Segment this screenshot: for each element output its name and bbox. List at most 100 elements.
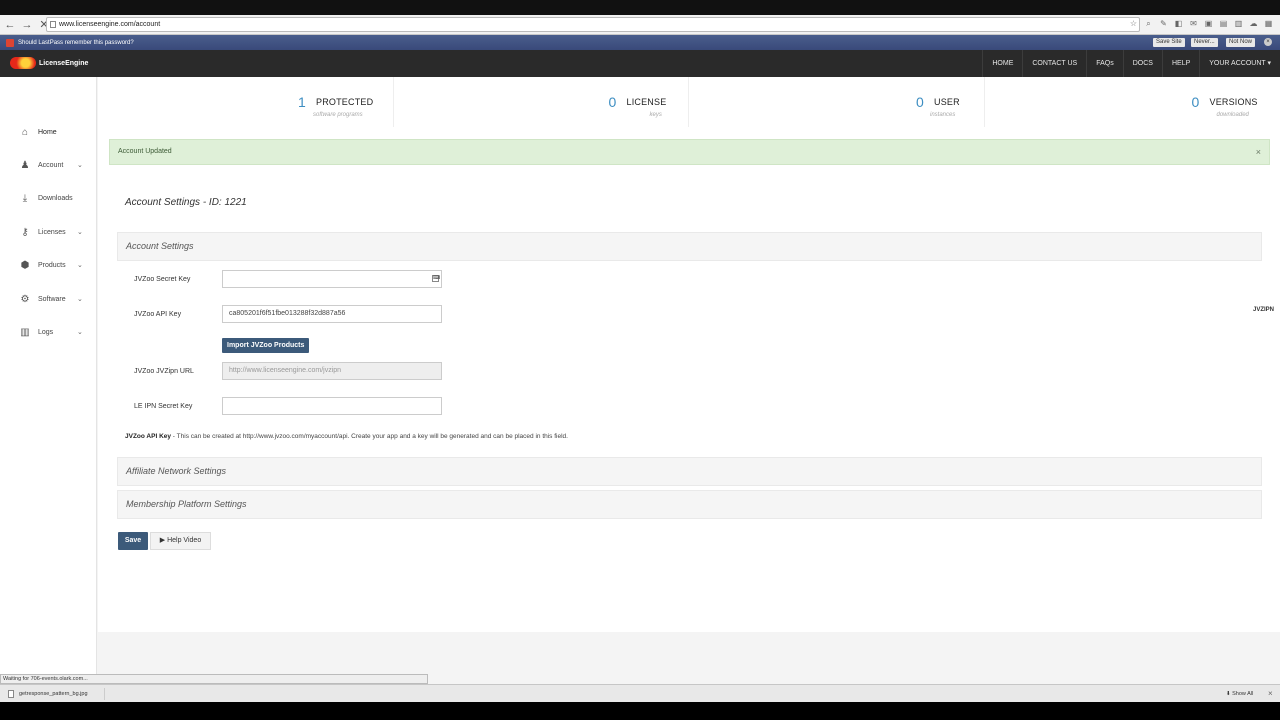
sidebar-item-label: Account <box>38 161 64 169</box>
download-icon: ⤓ <box>22 192 28 204</box>
never-button[interactable]: Never... <box>1191 38 1218 47</box>
jvzoo-api-input[interactable]: ca805201f6f51fbe013288f32d887a56 <box>222 305 442 323</box>
file-icon <box>8 690 14 698</box>
download-item[interactable]: getresponse_pattern_bg.jpg <box>5 688 105 700</box>
extension-icon[interactable]: ☁ <box>1248 18 1259 29</box>
stat-protected: 1 PROTECTED software programs <box>98 77 394 127</box>
panel-header-membership[interactable]: Membership Platform Settings <box>117 490 1262 519</box>
sidebar: ⌂ Home ♟ Account ⌄ ⤓ Downloads ⚷ License… <box>0 77 97 684</box>
user-icon: ♟ <box>20 159 30 171</box>
sidebar-item-label: Logs <box>38 328 54 336</box>
logo[interactable]: LicenseEngine <box>10 57 88 69</box>
chevron-down-icon: ⌄ <box>77 296 83 303</box>
stat-license: 0 LICENSE keys <box>394 77 689 127</box>
sidebar-item-label: Home <box>38 128 57 136</box>
close-icon[interactable]: × <box>1256 140 1261 164</box>
jvzipn-url-label: JVZoo JVZipn URL <box>134 368 194 375</box>
save-site-button[interactable]: Save Site <box>1153 38 1185 47</box>
jvzipn-tag: JVZIPN <box>1253 307 1275 313</box>
sidebar-item-logs[interactable]: ▥ Logs ⌄ <box>0 320 97 344</box>
sidebar-item-label: Downloads <box>38 194 73 202</box>
bookmark-star-icon[interactable]: ☆ <box>1128 18 1139 29</box>
key-icon: ⚷ <box>21 226 29 238</box>
stat-versions: 0 VERSIONS downloaded <box>985 77 1280 127</box>
nav-docs[interactable]: DOCS <box>1122 50 1162 77</box>
close-icon[interactable]: × <box>1264 38 1272 46</box>
mail-icon[interactable]: ✉ <box>1188 18 1199 29</box>
app-header: LicenseEngine HOME CONTACT US FAQs DOCS … <box>0 50 1280 77</box>
help-desc: - This can be created at http://www.jvzo… <box>171 433 568 440</box>
downloads-bar: getresponse_pattern_bg.jpg ⬇ Show All × <box>0 684 1280 702</box>
chevron-down-icon: ⌄ <box>77 262 83 269</box>
stat-sub: software programs <box>313 112 363 118</box>
extension-icon[interactable]: ▦ <box>1263 18 1274 29</box>
app-body: ⌂ Home ♟ Account ⌄ ⤓ Downloads ⚷ License… <box>0 77 1280 684</box>
nav-contact-us[interactable]: CONTACT US <box>1022 50 1086 77</box>
show-all-downloads-button[interactable]: ⬇ Show All <box>1226 688 1253 700</box>
account-settings-form: JVZoo Secret Key ⌨ JVZoo API Key ca80520… <box>117 261 1274 457</box>
back-arrow-icon[interactable]: ← <box>3 18 17 32</box>
home-icon: ⌂ <box>21 126 29 138</box>
panel-header-account-settings[interactable]: Account Settings <box>117 232 1262 261</box>
address-text: www.licenseengine.com/account <box>59 21 161 28</box>
nav-home[interactable]: HOME <box>982 50 1022 77</box>
page-icon <box>50 21 56 28</box>
extension-icon[interactable]: ◧ <box>1173 18 1184 29</box>
sidebar-item-downloads[interactable]: ⤓ Downloads <box>0 186 97 210</box>
main-content: 1 PROTECTED software programs 0 LICENSE … <box>98 77 1280 632</box>
jvzoo-secret-label: JVZoo Secret Key <box>134 276 191 283</box>
sidebar-item-label: Software <box>38 295 66 303</box>
stat-label: LICENSE <box>626 97 667 107</box>
stat-sub: keys <box>649 112 662 118</box>
success-alert: Account Updated × <box>109 139 1270 165</box>
nav-help[interactable]: HELP <box>1161 50 1199 77</box>
sidebar-item-label: Products <box>38 261 66 269</box>
sidebar-item-account[interactable]: ♟ Account ⌄ <box>0 153 97 177</box>
download-filename: getresponse_pattern_bg.jpg <box>19 691 88 697</box>
logo-icon <box>10 57 36 69</box>
stat-label: PROTECTED <box>316 97 374 107</box>
import-jvzoo-products-button[interactable]: Import JVZoo Products <box>222 338 310 353</box>
stat-value: 0 <box>916 94 924 110</box>
sidebar-item-home[interactable]: ⌂ Home <box>0 120 97 144</box>
close-icon[interactable]: × <box>1268 688 1273 700</box>
jvzoo-api-label: JVZoo API Key <box>134 311 182 318</box>
jvzipn-url-value: http://www.licenseengine.com/jvzipn <box>229 367 342 374</box>
stat-sub: instances <box>930 112 956 118</box>
sidebar-item-licenses[interactable]: ⚷ Licenses ⌄ <box>0 220 97 244</box>
address-bar[interactable]: www.licenseengine.com/account <box>46 17 1140 32</box>
not-now-button[interactable]: Not Now <box>1226 38 1256 47</box>
pen-icon[interactable]: ✎ <box>1158 18 1169 29</box>
sidebar-item-label: Licenses <box>38 228 66 236</box>
stat-user: 0 USER instances <box>689 77 985 127</box>
forward-arrow-icon[interactable]: → <box>20 18 34 32</box>
le-ipn-label: LE IPN Secret Key <box>134 403 193 410</box>
status-bubble: Waiting for 706-events.olark.com... <box>0 674 428 684</box>
page-title: Account Settings - ID: 1221 <box>125 197 247 208</box>
os-top-bar <box>0 0 1280 15</box>
nav-faqs[interactable]: FAQs <box>1086 50 1123 77</box>
extension-icon[interactable]: ▣ <box>1203 18 1214 29</box>
stat-value: 0 <box>608 94 617 110</box>
stat-value: 0 <box>1191 94 1200 110</box>
panel-header-affiliate[interactable]: Affiliate Network Settings <box>117 457 1262 486</box>
le-ipn-input[interactable] <box>222 397 442 415</box>
search-icon[interactable]: ⌕ <box>1143 18 1154 29</box>
lastpass-bar: Should LastPass remember this password? … <box>0 35 1280 50</box>
sidebar-item-software[interactable]: ⚙ Software ⌄ <box>0 287 97 311</box>
chevron-down-icon: ⌄ <box>77 329 83 336</box>
help-video-button[interactable]: ▶ Help Video <box>150 532 211 550</box>
top-nav: HOME CONTACT US FAQs DOCS HELP YOUR ACCO… <box>982 50 1280 77</box>
nav-your-account[interactable]: YOUR ACCOUNT ▾ <box>1199 50 1280 77</box>
keyboard-icon[interactable]: ⌨ <box>432 275 440 282</box>
save-button[interactable]: Save <box>118 532 148 550</box>
extension-icon[interactable]: ▤ <box>1218 18 1229 29</box>
jvzoo-secret-input[interactable]: ⌨ <box>222 270 442 288</box>
gear-icon: ⚙ <box>20 293 30 305</box>
lastpass-icon <box>6 38 14 47</box>
browser-toolbar: ← → ✕ www.licenseengine.com/account ☆ ⌕ … <box>0 15 1280 35</box>
logo-text: LicenseEngine <box>39 59 89 67</box>
sidebar-item-products[interactable]: ⬢ Products ⌄ <box>0 253 97 277</box>
extension-icon[interactable]: ▥ <box>1233 18 1244 29</box>
jvzipn-url-input: http://www.licenseengine.com/jvzipn <box>222 362 442 380</box>
